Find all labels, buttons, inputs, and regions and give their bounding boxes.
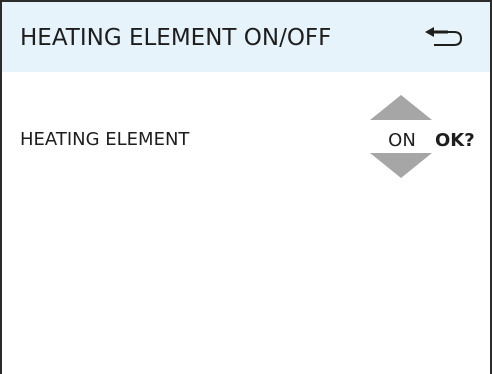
header-bar: HEATING ELEMENT ON/OFF: [2, 2, 490, 72]
heating-element-value: ON: [388, 130, 416, 151]
ok-confirm-button[interactable]: OK?: [435, 129, 475, 153]
back-button[interactable]: [414, 18, 474, 58]
heating-element-label: HEATING ELEMENT: [20, 129, 190, 150]
triangle-up-icon[interactable]: [370, 95, 432, 120]
device-screen: HEATING ELEMENT ON/OFF HEATING ELEMENT O…: [0, 0, 492, 374]
page-title: HEATING ELEMENT ON/OFF: [20, 25, 332, 51]
triangle-down-icon[interactable]: [370, 153, 432, 178]
back-arrow-icon: [425, 27, 463, 46]
